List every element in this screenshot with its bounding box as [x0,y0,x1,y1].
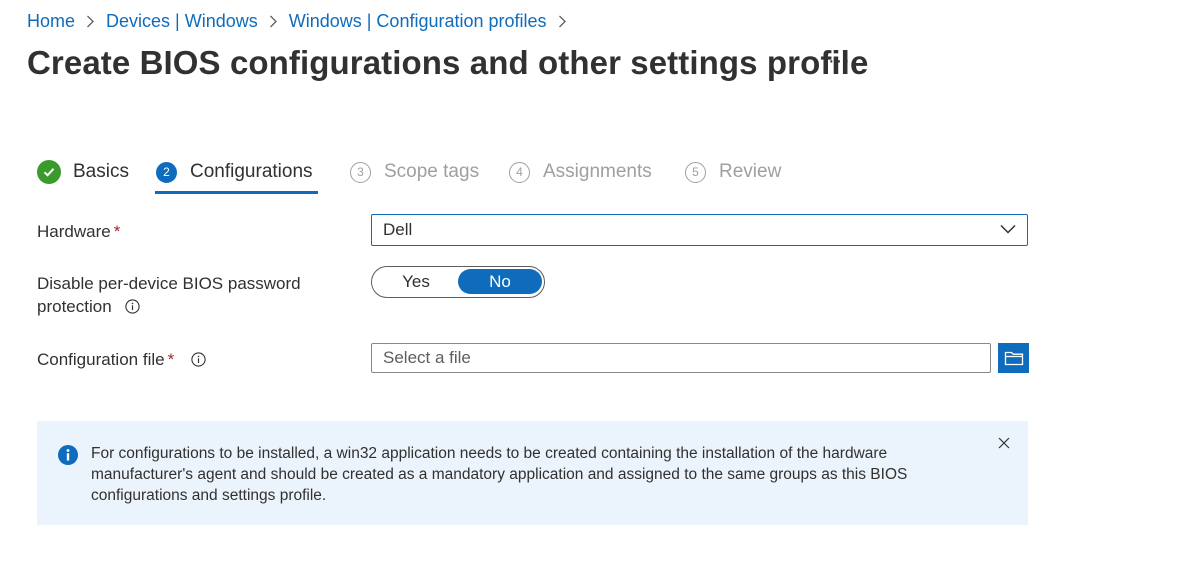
info-icon [58,445,78,465]
step-label: Scope tags [384,161,480,182]
close-icon[interactable] [998,437,1010,449]
bios-password-label-line1: Disable per-device BIOS password [37,274,301,293]
step-label: Assignments [543,161,652,182]
step-number: 4 [509,161,530,183]
step-label: Basics [73,161,129,182]
config-file-label-text: Configuration file [37,350,165,369]
info-message-text: For configurations to be installed, a wi… [91,445,908,504]
step-scope-tags[interactable]: 3 Scope tags [350,156,479,188]
breadcrumb-home[interactable]: Home [27,11,75,32]
bios-password-label: Disable per-device BIOS password protect… [37,272,301,318]
hardware-dropdown-value: Dell [383,220,413,239]
required-marker: * [167,350,175,369]
info-icon[interactable] [125,299,141,314]
bios-password-toggle[interactable]: Yes No [371,266,545,298]
step-number: 2 [156,161,177,183]
info-icon[interactable] [191,352,206,367]
step-label: Configurations [190,161,313,182]
active-step-indicator [155,191,318,194]
chevron-down-icon [1000,224,1016,234]
hardware-label-text: Hardware [37,222,111,241]
step-number: 3 [350,161,371,183]
config-file-placeholder: Select a file [383,348,471,367]
step-configurations[interactable]: 2 Configurations [156,156,313,188]
chevron-right-icon [558,15,567,28]
chevron-right-icon [86,15,95,28]
step-number: 5 [685,161,706,183]
more-options-button[interactable]: ··· [828,50,851,73]
bios-password-label-line2-wrap: protection [37,295,301,318]
step-assignments[interactable]: 4 Assignments [509,156,652,188]
required-marker: * [113,222,121,241]
page-title: Create BIOS configurations and other set… [27,44,869,81]
breadcrumb: Home Devices | Windows Windows | Configu… [27,9,578,33]
hardware-dropdown[interactable]: Dell [371,214,1028,246]
breadcrumb-configuration-profiles[interactable]: Windows | Configuration profiles [289,11,547,32]
config-file-input[interactable]: Select a file [371,343,991,373]
step-review[interactable]: 5 Review [685,156,781,188]
toggle-yes-option[interactable]: Yes [375,269,457,294]
config-file-label: Configuration file * [37,348,206,371]
chevron-right-icon [269,15,278,28]
toggle-no-option[interactable]: No [458,269,542,294]
bios-password-label-line2: protection [37,297,112,316]
hardware-label: Hardware * [37,220,120,243]
folder-icon [1004,351,1023,366]
info-message-bar: For configurations to be installed, a wi… [37,421,1028,525]
step-label: Review [719,161,782,182]
breadcrumb-devices-windows[interactable]: Devices | Windows [106,11,258,32]
checkmark-icon [37,160,61,184]
browse-file-button[interactable] [998,343,1029,373]
step-basics[interactable]: Basics [37,156,129,188]
